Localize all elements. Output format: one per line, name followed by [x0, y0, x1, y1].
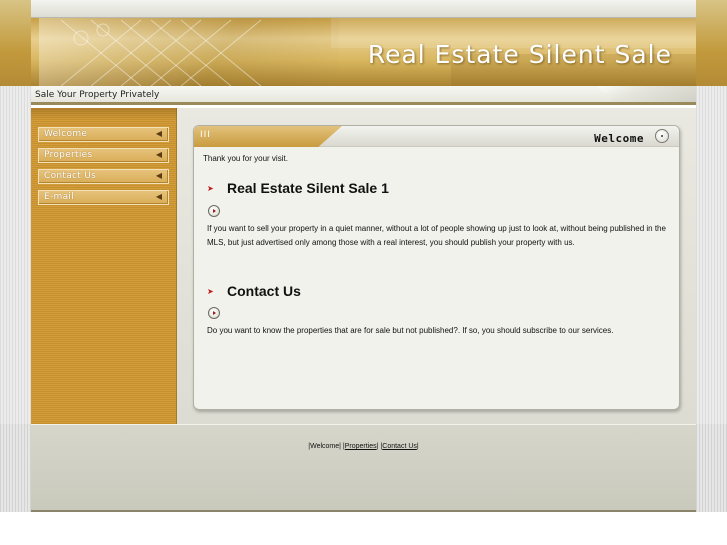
footer-links: |Welcome| |Properties| |Contact Us| [31, 443, 696, 450]
sidebar-shadow [31, 108, 177, 120]
left-arrow-icon: ◀ [155, 171, 162, 180]
sidebar-item-label: E-mail [44, 192, 75, 202]
left-arrow-icon: ◀ [155, 129, 162, 138]
footer-separator: | [376, 443, 379, 450]
footer-link-properties[interactable]: Properties [345, 443, 377, 450]
footer-link-contact-us[interactable]: Contact Us [382, 443, 417, 450]
section-body: Do you want to know the properties that … [207, 326, 614, 335]
left-arrow-icon: ◀ [155, 192, 162, 201]
footer-separator: | [339, 443, 341, 450]
red-arrow-bullet-icon: ➤ [207, 184, 214, 193]
footer-separator: | [416, 443, 419, 450]
collapse-icon[interactable] [655, 129, 669, 143]
sidebar-item-contact-us[interactable]: Contact Us ◀ [38, 169, 169, 184]
welcome-panel: III Welcome Thank you for your visit. ➤ … [193, 125, 680, 410]
panel-tab-mark: III [200, 130, 211, 140]
left-arrow-icon: ◀ [155, 150, 162, 159]
sidebar-item-label: Contact Us [44, 171, 97, 181]
site-title: Real Estate Silent Sale [367, 40, 672, 69]
footer-edge-right [696, 424, 727, 512]
footer-edge-left [0, 424, 31, 512]
section-title: Real Estate Silent Sale 1 [227, 180, 389, 196]
panel-title: Welcome [594, 132, 644, 145]
site-header: Real Estate Silent Sale [31, 0, 696, 86]
tagline-tab-decoration [597, 86, 696, 102]
sidebar: Welcome ◀ Properties ◀ Contact Us ◀ E-ma… [31, 108, 177, 424]
section-title: Contact Us [227, 283, 301, 299]
panel-header: III Welcome [194, 126, 679, 147]
red-arrow-bullet-icon: ➤ [207, 287, 214, 296]
sidebar-item-email[interactable]: E-mail ◀ [38, 190, 169, 205]
play-circle-icon[interactable] [208, 307, 220, 319]
panel-intro-text: Thank you for your visit. [203, 154, 288, 163]
header-edge-right [696, 0, 727, 86]
header-edge-left [0, 0, 31, 86]
play-circle-icon[interactable] [208, 205, 220, 217]
section-body: If you want to sell your property in a q… [207, 224, 666, 247]
sidebar-item-properties[interactable]: Properties ◀ [38, 148, 169, 163]
footer-link-welcome[interactable]: Welcome [310, 443, 339, 450]
sidebar-item-label: Properties [44, 150, 93, 160]
tagline: Sale Your Property Privately [35, 90, 160, 100]
site-footer: |Welcome| |Properties| |Contact Us| [31, 424, 696, 512]
sidebar-item-welcome[interactable]: Welcome ◀ [38, 127, 169, 142]
panel-tab: III [194, 126, 342, 147]
sidebar-item-label: Welcome [44, 129, 88, 139]
tagline-bar: Sale Your Property Privately [31, 86, 696, 105]
